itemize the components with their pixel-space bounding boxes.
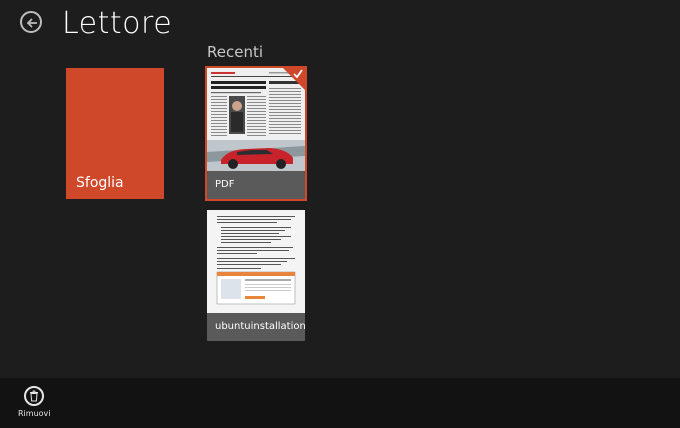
app-bar: Rimuovi bbox=[0, 378, 680, 428]
document-thumbnail bbox=[207, 210, 305, 313]
back-arrow-icon bbox=[26, 18, 37, 28]
browse-tile-label: Sfoglia bbox=[76, 175, 124, 191]
recent-file-tile-ubuntuinstallation[interactable]: ubuntuinstallation bbox=[207, 210, 305, 341]
recent-file-label: ubuntuinstallation bbox=[207, 313, 305, 341]
remove-button-label: Rimuovi bbox=[18, 409, 51, 418]
recent-file-tile-pdf[interactable]: PDF bbox=[205, 66, 307, 201]
trash-icon bbox=[30, 390, 38, 402]
back-button[interactable] bbox=[20, 11, 42, 33]
recent-group-header[interactable]: Recenti bbox=[207, 42, 263, 62]
page-title: Lettore bbox=[62, 6, 173, 41]
recent-file-label: PDF bbox=[207, 171, 305, 199]
checkmark-icon bbox=[293, 69, 303, 79]
browse-tile[interactable]: Sfoglia bbox=[66, 68, 164, 199]
remove-button[interactable]: Rimuovi bbox=[18, 386, 51, 418]
